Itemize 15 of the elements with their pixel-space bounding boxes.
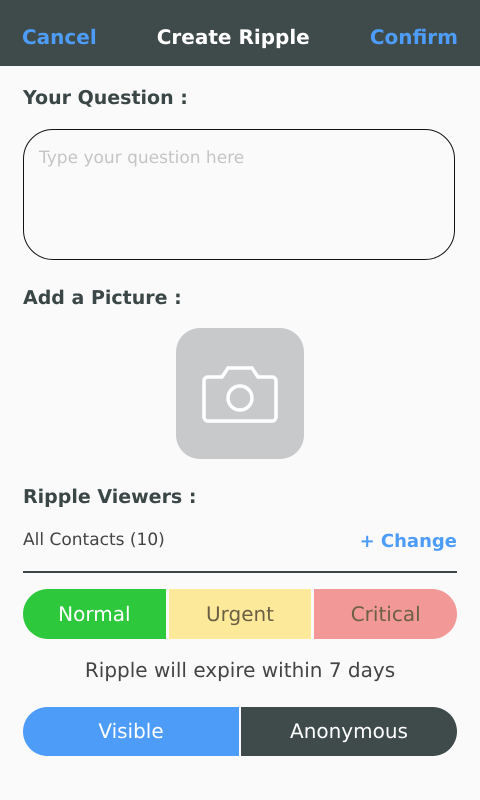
visibility-tab[interactable]: Visible bbox=[23, 706, 239, 756]
section-label: Add a Picture : bbox=[23, 286, 183, 310]
change-link[interactable]: + Change bbox=[360, 528, 457, 554]
screen-title: Create Ripple bbox=[156, 24, 310, 51]
expiry-text: Ripple will expire within 7 days bbox=[84, 656, 396, 684]
confirm-button[interactable]: Confirm bbox=[370, 22, 458, 52]
cancel-button[interactable]: Cancel bbox=[22, 22, 97, 52]
section-label: Your Question : bbox=[23, 86, 189, 111]
viewers-value: All Contacts (10) bbox=[23, 529, 165, 552]
priority-tab[interactable]: Normal bbox=[23, 588, 166, 638]
add-picture-button[interactable] bbox=[176, 328, 304, 459]
priority-tab[interactable]: Urgent bbox=[168, 588, 312, 638]
priority-tab[interactable]: Critical bbox=[314, 588, 458, 638]
visibility-tab[interactable]: Anonymous bbox=[241, 706, 457, 756]
section-label: Ripple Viewers : bbox=[23, 485, 198, 510]
